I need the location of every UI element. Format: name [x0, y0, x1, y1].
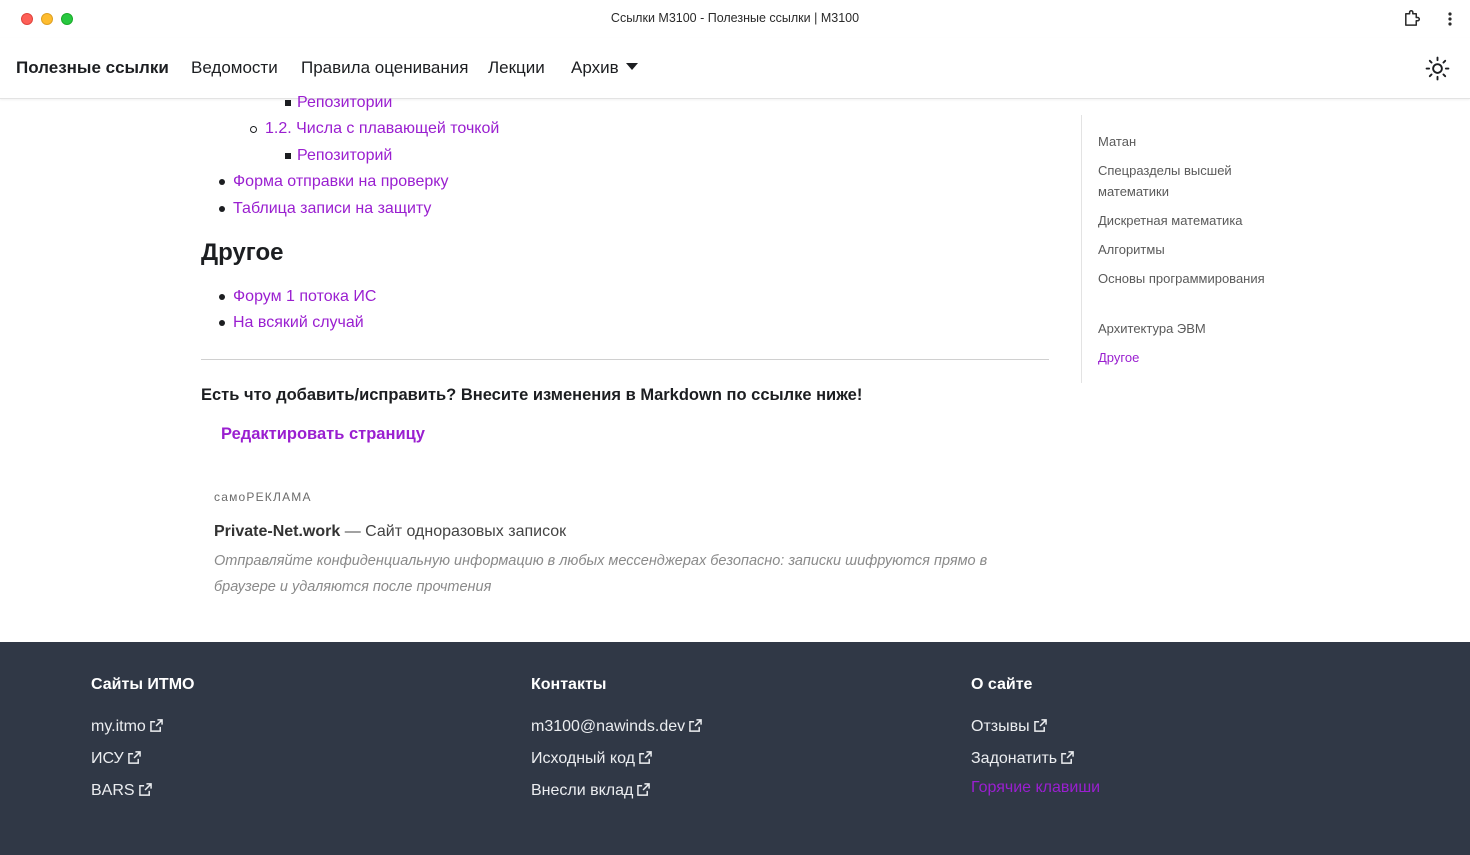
- window-titlebar: Ссылки M3100 - Полезные ссылки | M3100: [0, 0, 1470, 38]
- toc-item-computer-architecture[interactable]: Архитектура ЭВМ: [1098, 318, 1273, 339]
- footer-link-label: Внесли вклад: [531, 782, 634, 799]
- sun-icon[interactable]: [1425, 56, 1450, 81]
- external-link-icon: [1033, 719, 1047, 732]
- link-repositories[interactable]: Репозитории: [297, 94, 392, 112]
- square-bullet: [285, 100, 291, 106]
- external-link-icon: [127, 751, 141, 764]
- site-navbar: Полезные ссылки Ведомости Правила оценив…: [0, 38, 1470, 99]
- disc-bullet: [219, 179, 225, 185]
- link-defense-table[interactable]: Таблица записи на защиту: [233, 200, 431, 218]
- toc-item-algorithms[interactable]: Алгоритмы: [1098, 239, 1273, 260]
- external-link-icon: [149, 719, 163, 732]
- link-floating-point[interactable]: 1.2. Числа с плавающей точкой: [265, 120, 499, 138]
- footer-link-email[interactable]: m3100@nawinds.dev: [531, 718, 702, 736]
- ad-title-rest: — Сайт одноразовых записок: [340, 523, 567, 540]
- nav-archive-label: Архив: [571, 58, 619, 77]
- footer-link-donate[interactable]: Задонатить: [971, 750, 1074, 768]
- footer-link-contributors[interactable]: Внесли вклад: [531, 782, 651, 800]
- section-heading-other: Другое: [201, 239, 284, 266]
- kebab-menu-icon[interactable]: [1444, 10, 1456, 28]
- footer-link-reviews[interactable]: Отзывы: [971, 718, 1047, 736]
- footer-column-title: Сайты ИТМО: [91, 676, 195, 693]
- disc-bullet: [219, 206, 225, 212]
- toc-item-other[interactable]: Другое: [1098, 347, 1273, 368]
- puzzle-icon[interactable]: [1402, 9, 1421, 28]
- toc-item-special-math[interactable]: Спецразделы высшей математики: [1098, 160, 1273, 202]
- divider: [201, 359, 1049, 360]
- toc-item-discrete-math[interactable]: Дискретная математика: [1098, 210, 1273, 231]
- table-of-contents: Матан Спецразделы высшей математики Диск…: [1081, 115, 1281, 383]
- circle-bullet: [250, 126, 257, 133]
- external-link-icon: [1061, 751, 1074, 764]
- disc-bullet: [219, 320, 225, 326]
- footer-link-label: m3100@nawinds.dev: [531, 718, 686, 735]
- window-title: Ссылки M3100 - Полезные ссылки | M3100: [610, 11, 860, 25]
- link-just-in-case[interactable]: На всякий случай: [233, 314, 364, 332]
- main-content: Репозитории 1.2. Числа с плавающей точко…: [201, 94, 1049, 639]
- caret-down-icon: [625, 63, 638, 70]
- link-forum[interactable]: Форум 1 потока ИС: [233, 288, 376, 306]
- toc-item-programming-basics[interactable]: Основы программирования: [1098, 268, 1273, 289]
- link-submit-form[interactable]: Форма отправки на проверку: [233, 173, 448, 191]
- footer-link-hotkeys[interactable]: Горячие клавиши: [971, 779, 1100, 797]
- brand-link[interactable]: Полезные ссылки: [16, 58, 169, 78]
- footer-link-label: ИСУ: [91, 750, 124, 767]
- site-footer: Сайты ИТМО my.itmo ИСУ BARS Контакты m31…: [0, 642, 1470, 855]
- ad-description: Отправляйте конфиденциальную информацию …: [214, 553, 988, 595]
- footer-link-my-itmo[interactable]: my.itmo: [91, 718, 163, 736]
- footer-link-label: BARS: [91, 782, 135, 799]
- nav-link-vedomosti[interactable]: Ведомости: [191, 58, 278, 78]
- external-link-icon: [138, 783, 152, 796]
- footer-link-label: Задонатить: [971, 750, 1058, 767]
- footer-column-title: О сайте: [971, 676, 1033, 693]
- nav-dropdown-archive[interactable]: Архив: [571, 58, 638, 78]
- footer-link-label: my.itmo: [91, 718, 146, 735]
- footer-link-bars[interactable]: BARS: [91, 782, 152, 800]
- external-link-icon: [689, 719, 702, 732]
- ad-title-brand[interactable]: Private-Net.work: [214, 523, 340, 540]
- ad-title[interactable]: Private-Net.work — Сайт одноразовых запи…: [214, 523, 566, 541]
- square-bullet: [285, 153, 291, 159]
- contribute-note: Есть что добавить/исправить? Внесите изм…: [201, 386, 863, 404]
- toc-item-matan[interactable]: Матан: [1098, 131, 1273, 152]
- footer-link-label: Отзывы: [971, 718, 1030, 735]
- edit-page-link[interactable]: Редактировать страницу: [221, 425, 425, 444]
- footer-link-isu[interactable]: ИСУ: [91, 750, 141, 768]
- disc-bullet: [219, 294, 225, 300]
- footer-column-title: Контакты: [531, 676, 607, 693]
- link-repository[interactable]: Репозиторий: [297, 147, 392, 165]
- nav-link-lectures[interactable]: Лекции: [488, 58, 545, 78]
- nav-link-grading-rules[interactable]: Правила оценивания: [301, 58, 468, 78]
- ad-label: самоРЕКЛАМА: [214, 490, 312, 504]
- external-link-icon: [637, 783, 651, 796]
- footer-link-label: Исходный код: [531, 750, 635, 767]
- external-link-icon: [639, 751, 652, 764]
- footer-link-source-code[interactable]: Исходный код: [531, 750, 652, 768]
